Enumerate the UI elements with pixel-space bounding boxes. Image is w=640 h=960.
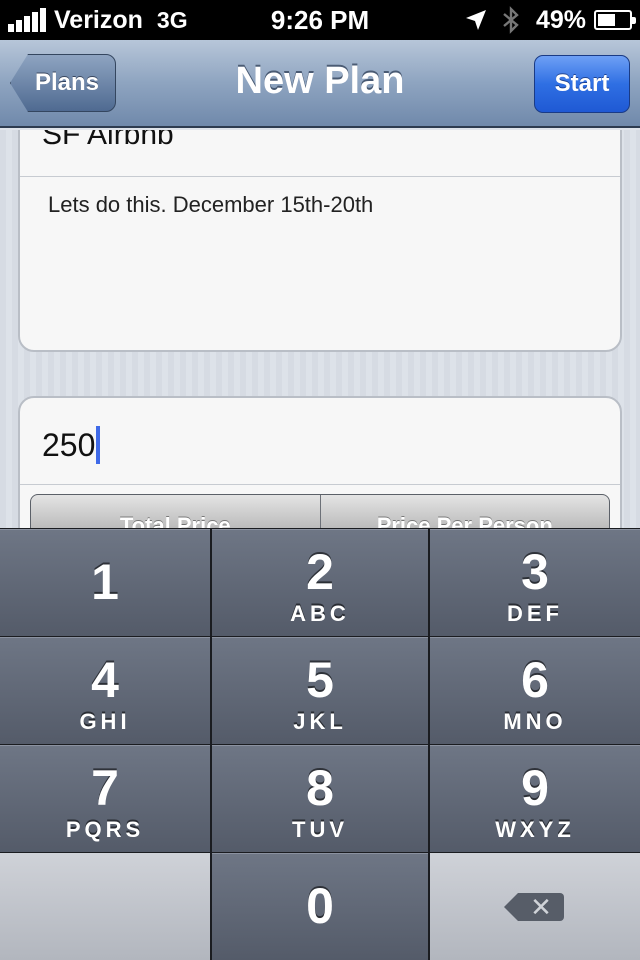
key-2[interactable]: 2 ABC: [212, 529, 428, 636]
divider: [20, 484, 620, 485]
key-7[interactable]: 7 PQRS: [0, 745, 210, 852]
divider: [20, 176, 620, 177]
key-5[interactable]: 5 JKL: [212, 637, 428, 744]
backspace-icon: ✕: [504, 892, 564, 922]
plan-form: SF Airbnb Lets do this. December 15th-20…: [0, 130, 640, 528]
key-letters: PQRS: [65, 817, 145, 842]
start-button[interactable]: Start: [534, 55, 630, 113]
key-digit: 7: [91, 760, 119, 816]
key-letters: DEF: [507, 601, 563, 626]
key-letters: JKL: [293, 709, 347, 734]
key-letters: TUV: [292, 817, 348, 842]
key-digit: 4: [91, 652, 119, 708]
price-card: 250 Total Price Price Per Person: [18, 396, 622, 528]
battery-percentage: 49%: [535, 6, 586, 34]
segment-total-price[interactable]: Total Price: [31, 495, 320, 528]
key-digit: 8: [306, 760, 334, 816]
price-type-segmented-control: Total Price Price Per Person: [30, 494, 610, 528]
price-value: 250: [42, 426, 96, 463]
key-digit: 5: [306, 652, 334, 708]
key-digit: 0: [306, 878, 334, 934]
battery-icon: [594, 10, 636, 30]
key-1[interactable]: 1: [0, 529, 210, 636]
key-digit: 6: [521, 652, 549, 708]
location-arrow-icon: [465, 10, 486, 30]
bluetooth-icon: [503, 6, 519, 34]
key-blank: [0, 853, 210, 960]
delete-key[interactable]: ✕: [430, 853, 640, 960]
key-digit: 2: [306, 544, 334, 600]
plan-details-card: SF Airbnb Lets do this. December 15th-20…: [18, 130, 622, 352]
key-digit: 3: [521, 544, 549, 600]
key-letters: WXYZ: [495, 817, 575, 842]
status-bar: Verizon 3G 9:26 PM 49%: [0, 0, 640, 40]
key-letters: ABC: [290, 601, 350, 626]
key-letters: MNO: [503, 709, 567, 734]
navigation-bar: Plans New Plan Start: [0, 40, 640, 128]
text-cursor: [96, 426, 101, 464]
key-letters: GHI: [79, 709, 131, 734]
key-digit: 1: [91, 554, 119, 610]
number-keypad: 1 2 ABC 3 DEF 4 GHI 5 JKL 6 MNO 7 PQRS 8…: [0, 528, 640, 960]
key-6[interactable]: 6 MNO: [430, 637, 640, 744]
key-0[interactable]: 0: [212, 853, 428, 960]
plan-title-field[interactable]: SF Airbnb: [42, 130, 174, 152]
key-9[interactable]: 9 WXYZ: [430, 745, 640, 852]
price-input[interactable]: 250: [42, 426, 101, 464]
key-8[interactable]: 8 TUV: [212, 745, 428, 852]
segment-price-per-person[interactable]: Price Per Person: [319, 495, 610, 528]
key-4[interactable]: 4 GHI: [0, 637, 210, 744]
plan-notes-field[interactable]: Lets do this. December 15th-20th: [48, 192, 373, 218]
key-3[interactable]: 3 DEF: [430, 529, 640, 636]
key-digit: 9: [521, 760, 549, 816]
